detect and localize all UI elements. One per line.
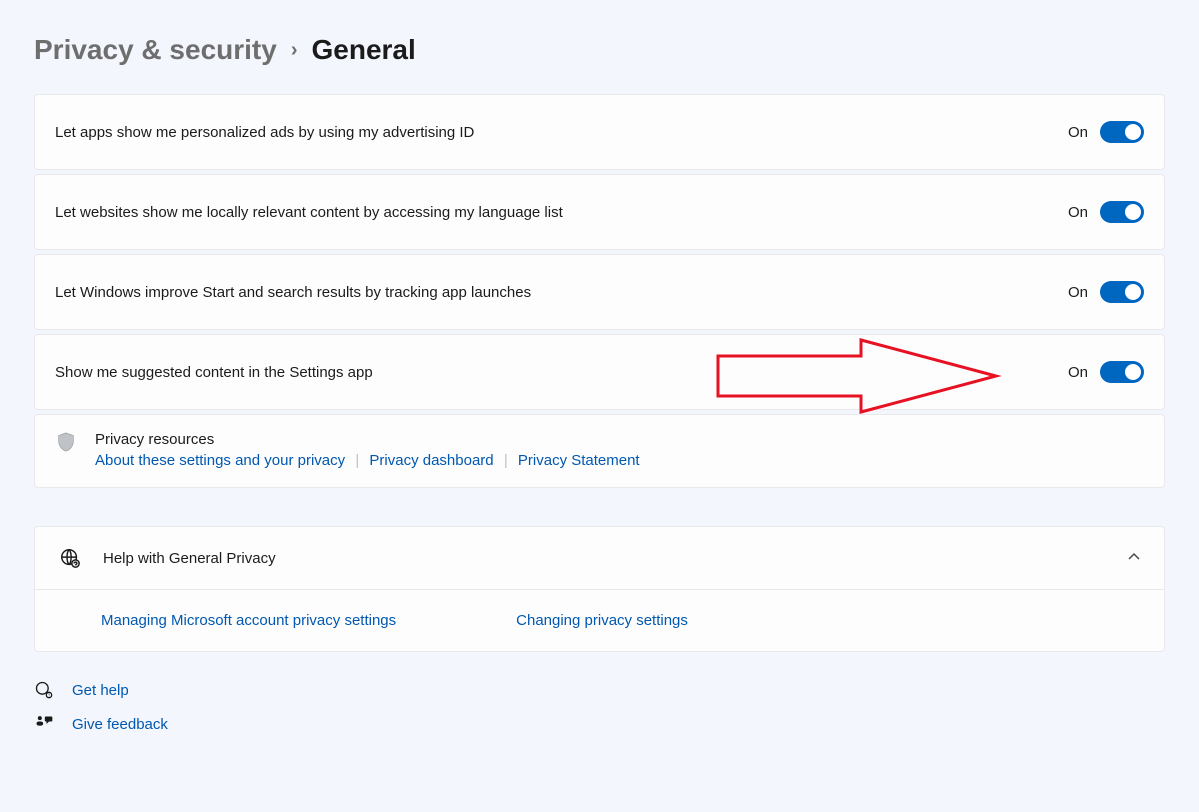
link-about-settings[interactable]: About these settings and your privacy	[95, 452, 345, 469]
footer-links: ? Get help Give feedback	[34, 680, 1165, 734]
setting-card-track-app-launches: Let Windows improve Start and search res…	[34, 254, 1165, 330]
toggle-state-text: On	[1068, 364, 1088, 381]
chevron-right-icon: ›	[291, 39, 298, 62]
link-divider: |	[504, 452, 508, 469]
setting-card-advertising-id: Let apps show me personalized ads by usi…	[34, 94, 1165, 170]
setting-card-suggested-content: Show me suggested content in the Setting…	[34, 334, 1165, 410]
help-expander-title: Help with General Privacy	[103, 550, 1106, 567]
feedback-icon	[34, 714, 54, 734]
help-expander-body: Managing Microsoft account privacy setti…	[35, 589, 1164, 651]
link-privacy-statement[interactable]: Privacy Statement	[518, 452, 640, 469]
chevron-up-icon	[1128, 550, 1140, 566]
globe-help-icon	[59, 547, 81, 569]
toggle-advertising-id[interactable]	[1100, 121, 1144, 143]
setting-label: Let Windows improve Start and search res…	[55, 284, 1068, 301]
setting-label: Show me suggested content in the Setting…	[55, 364, 1068, 381]
give-feedback-link[interactable]: Give feedback	[72, 716, 168, 733]
toggle-track-app-launches[interactable]	[1100, 281, 1144, 303]
breadcrumb-current: General	[311, 34, 415, 66]
link-privacy-dashboard[interactable]: Privacy dashboard	[369, 452, 493, 469]
toggle-state-text: On	[1068, 124, 1088, 141]
help-expander-header[interactable]: Help with General Privacy	[35, 527, 1164, 589]
privacy-resources-title: Privacy resources	[95, 431, 640, 448]
link-divider: |	[355, 452, 359, 469]
setting-card-language-list: Let websites show me locally relevant co…	[34, 174, 1165, 250]
privacy-resources-card: Privacy resources About these settings a…	[34, 414, 1165, 488]
setting-label: Let apps show me personalized ads by usi…	[55, 124, 1068, 141]
help-icon: ?	[34, 680, 54, 700]
toggle-language-list[interactable]	[1100, 201, 1144, 223]
help-link-manage-account[interactable]: Managing Microsoft account privacy setti…	[101, 612, 396, 629]
help-link-change-privacy[interactable]: Changing privacy settings	[516, 612, 688, 629]
get-help-link[interactable]: Get help	[72, 682, 129, 699]
toggle-state-text: On	[1068, 284, 1088, 301]
toggle-suggested-content[interactable]	[1100, 361, 1144, 383]
privacy-resources-links: About these settings and your privacy | …	[95, 452, 640, 469]
shield-icon	[55, 431, 77, 453]
breadcrumb: Privacy & security › General	[34, 34, 1165, 66]
setting-label: Let websites show me locally relevant co…	[55, 204, 1068, 221]
breadcrumb-parent[interactable]: Privacy & security	[34, 34, 277, 66]
help-expander: Help with General Privacy Managing Micro…	[34, 526, 1165, 652]
toggle-state-text: On	[1068, 204, 1088, 221]
